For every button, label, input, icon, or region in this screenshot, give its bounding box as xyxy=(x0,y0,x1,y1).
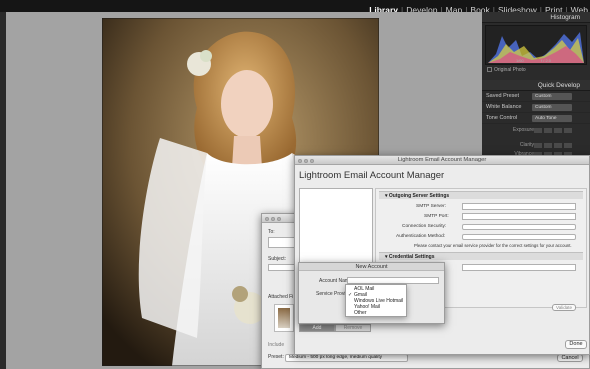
connection-security-select[interactable] xyxy=(462,224,576,230)
done-button[interactable]: Done xyxy=(565,340,587,349)
authentication-method-label: Authentication Method: xyxy=(396,234,446,239)
white-balance-row: White Balance Custom xyxy=(482,102,590,113)
white-balance-label: White Balance xyxy=(486,104,522,110)
clarity-row: Clarity xyxy=(482,141,590,150)
smtp-port-field[interactable] xyxy=(462,213,576,220)
quick-develop-header[interactable]: Quick Develop xyxy=(482,80,590,91)
service-provider-menu: AOL Mail ✓ Gmail Windows Live Hotmail Yah… xyxy=(345,284,407,317)
saved-preset-label: Saved Preset xyxy=(486,93,520,99)
white-balance-select[interactable]: Custom xyxy=(532,104,572,111)
option-other[interactable]: Other xyxy=(346,310,406,316)
remove-account-button[interactable]: Remove xyxy=(335,324,371,332)
connection-security-label: Connection Security: xyxy=(402,224,447,229)
credential-section-title: Credential Settings xyxy=(388,254,435,260)
auto-tone-button[interactable]: Auto Tone xyxy=(532,115,572,122)
saved-preset-row: Saved Preset Custom xyxy=(482,91,590,102)
cancel-button[interactable]: Cancel xyxy=(557,354,583,362)
exposure-label: Exposure xyxy=(512,127,534,133)
exposure-buttons[interactable] xyxy=(534,128,576,133)
window-controls[interactable] xyxy=(265,216,283,225)
histogram-header[interactable]: Histogram xyxy=(482,12,590,23)
account-name-field[interactable] xyxy=(347,277,439,284)
tone-control-row: Tone Control Auto Tone xyxy=(482,113,590,124)
new-account-title: New Account xyxy=(299,263,444,271)
attached-files-label: Attached Fi xyxy=(268,294,294,300)
saved-preset-select[interactable]: Custom xyxy=(532,93,572,100)
credential-section-header[interactable]: ▾ Credential Settings xyxy=(379,252,583,260)
settings-note: Please contact your email service provid… xyxy=(414,243,572,248)
smtp-server-field[interactable] xyxy=(462,203,576,210)
smtp-port-label: SMTP Port: xyxy=(424,214,449,219)
outgoing-section-title: Outgoing Server Settings xyxy=(388,193,450,199)
lightroom-window: Library | Develop | Map | Book | Slideshow | Print… xyxy=(0,0,590,369)
to-label: To: xyxy=(268,229,275,235)
clarity-buttons[interactable] xyxy=(534,143,576,148)
original-photo-row[interactable]: Original Photo xyxy=(482,65,590,74)
add-account-button[interactable]: Add xyxy=(299,324,335,332)
outgoing-section-header[interactable]: ▾ Outgoing Server Settings xyxy=(379,191,583,199)
include-label: Include xyxy=(268,342,285,348)
attachment-thumbnail[interactable] xyxy=(274,304,294,332)
email-address-field[interactable] xyxy=(462,264,576,271)
module-picker: Library | Develop | Map | Book | Slideshow | Print… xyxy=(0,0,590,15)
account-manager-dialog: Lightroom Email Account Manager Lightroo… xyxy=(294,155,590,355)
account-manager-titlebar: Lightroom Email Account Manager xyxy=(295,156,589,165)
histogram: 1/60 f / 2.0 xyxy=(485,25,587,65)
preset-label: Preset: xyxy=(268,354,284,360)
validate-button[interactable]: Validate xyxy=(552,304,576,311)
account-manager-heading: Lightroom Email Account Manager xyxy=(299,170,445,181)
account-manager-window-controls[interactable] xyxy=(298,158,316,167)
tone-control-label: Tone Control xyxy=(486,115,518,121)
smtp-server-label: SMTP Server: xyxy=(416,204,447,209)
subject-label: Subject: xyxy=(268,256,287,262)
account-manager-window-title: Lightroom Email Account Manager xyxy=(397,157,487,163)
original-photo-label: Original Photo xyxy=(494,67,526,73)
histogram-aperture: f / 2.0 xyxy=(541,58,552,63)
histogram-shutter: 1/60 xyxy=(516,58,525,63)
clarity-label: Clarity xyxy=(519,142,534,148)
exposure-row: Exposure xyxy=(482,126,590,135)
authentication-method-select[interactable] xyxy=(462,234,576,240)
original-photo-checkbox[interactable] xyxy=(487,67,492,72)
preset-select[interactable]: Medium - 500 px long edge, medium qualit… xyxy=(285,354,408,362)
